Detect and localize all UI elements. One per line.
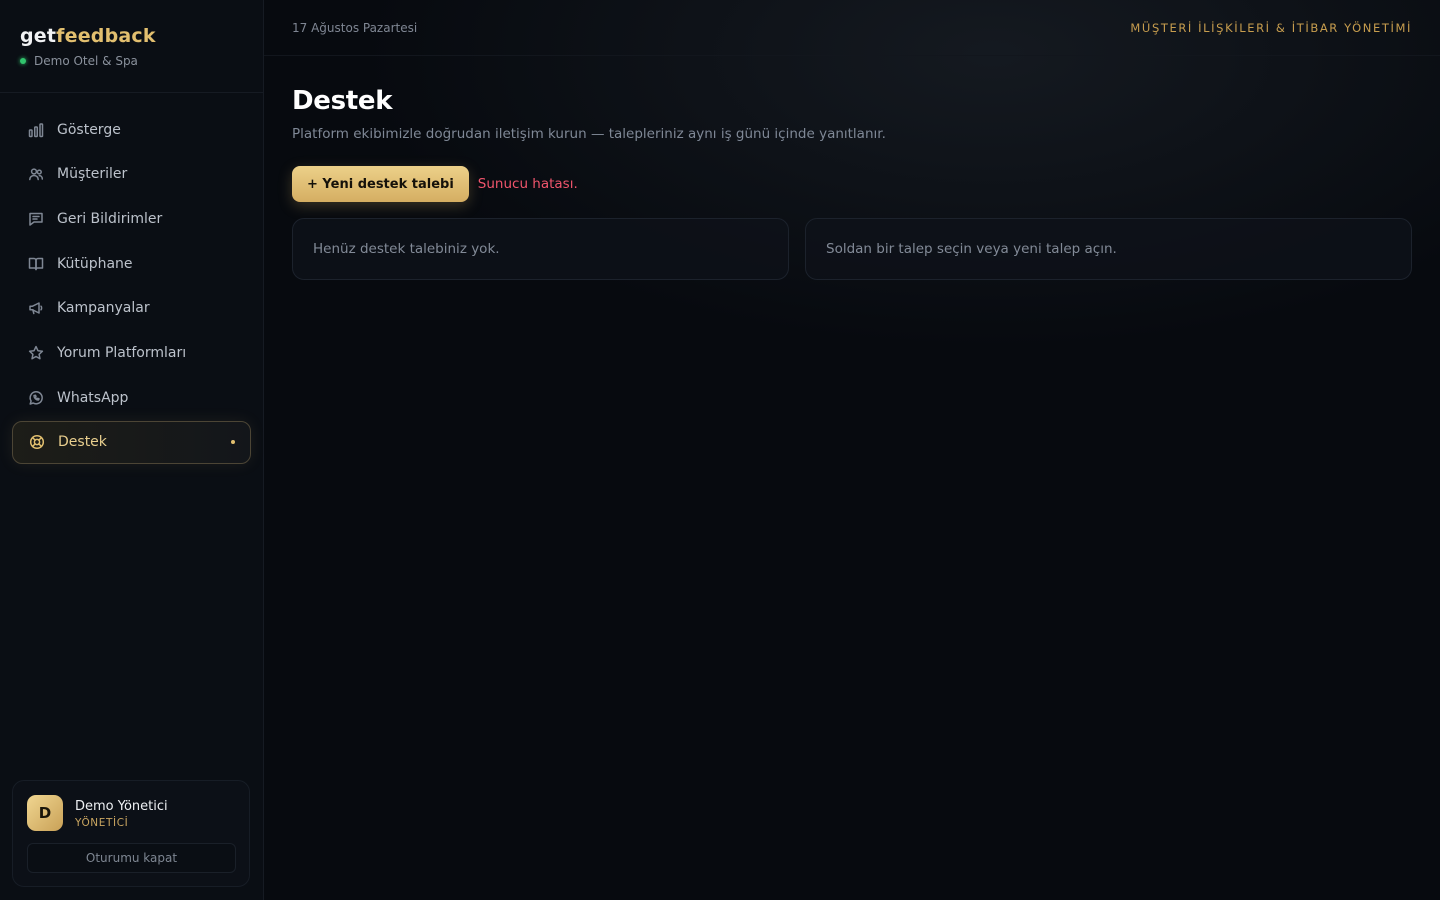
new-ticket-button[interactable]: + Yeni destek talebi xyxy=(292,166,469,202)
message-icon xyxy=(28,211,44,227)
current-date: 17 Ağustos Pazartesi xyxy=(292,20,418,35)
sidebar-item-musteriler[interactable]: Müşteriler xyxy=(12,153,251,196)
whatsapp-icon xyxy=(28,390,44,406)
ticket-panels: Henüz destek talebiniz yok. Soldan bir t… xyxy=(292,218,1412,280)
ticket-detail-panel: Soldan bir talep seçin veya yeni talep a… xyxy=(805,218,1412,280)
sidebar-item-whatsapp[interactable]: WhatsApp xyxy=(12,376,251,419)
users-icon xyxy=(28,166,44,182)
empty-ticket-detail-text: Soldan bir talep seçin veya yeni talep a… xyxy=(826,241,1117,257)
lifebuoy-icon xyxy=(29,434,45,450)
sidebar: getfeedback Demo Otel & Spa Gösterge Müş… xyxy=(0,0,264,900)
user-details: Demo Yönetici YÖNETİCİ xyxy=(75,798,168,829)
empty-ticket-list-text: Henüz destek talebiniz yok. xyxy=(313,241,500,257)
megaphone-icon xyxy=(28,300,44,316)
user-role: YÖNETİCİ xyxy=(75,816,129,829)
book-icon xyxy=(28,256,44,272)
sidebar-item-label: Gösterge xyxy=(57,121,121,138)
ticket-list-panel: Henüz destek talebiniz yok. xyxy=(292,218,789,280)
brand-header: getfeedback Demo Otel & Spa xyxy=(0,0,263,93)
support-page: Destek Platform ekibimizle doğrudan ilet… xyxy=(264,56,1440,280)
property-name: Demo Otel & Spa xyxy=(34,54,138,68)
sidebar-nav: Gösterge Müşteriler Geri Bildirimler Küt… xyxy=(0,93,263,464)
logout-button[interactable]: Oturumu kapat xyxy=(27,843,236,873)
user-name: Demo Yönetici xyxy=(75,798,168,814)
user-card: D Demo Yönetici YÖNETİCİ Oturumu kapat xyxy=(12,780,250,887)
sidebar-item-geri-bildirimler[interactable]: Geri Bildirimler xyxy=(12,197,251,240)
user-info: D Demo Yönetici YÖNETİCİ xyxy=(27,795,235,831)
action-bar: + Yeni destek talebi Sunucu hatası. xyxy=(292,166,1412,202)
property-indicator: Demo Otel & Spa xyxy=(20,54,243,68)
sidebar-item-label: Kütüphane xyxy=(57,255,133,272)
avatar: D xyxy=(27,795,63,831)
logo-feedback: feedback xyxy=(56,25,156,47)
active-indicator-dot xyxy=(231,440,235,445)
sidebar-item-label: Destek xyxy=(58,434,107,451)
error-message: Sunucu hatası. xyxy=(477,176,578,192)
sidebar-item-kampanyalar[interactable]: Kampanyalar xyxy=(12,287,251,330)
logo[interactable]: getfeedback xyxy=(20,25,243,47)
sidebar-item-label: Geri Bildirimler xyxy=(57,210,163,227)
app-root: getfeedback Demo Otel & Spa Gösterge Müş… xyxy=(0,0,1440,900)
bar-chart-icon xyxy=(28,122,44,138)
sidebar-item-label: Yorum Platformları xyxy=(57,344,187,361)
topbar: 17 Ağustos Pazartesi MÜŞTERİ İLİŞKİLERİ … xyxy=(264,0,1440,56)
sidebar-item-label: Müşteriler xyxy=(57,166,128,183)
main-area: 17 Ağustos Pazartesi MÜŞTERİ İLİŞKİLERİ … xyxy=(264,0,1440,900)
sidebar-item-kutuphane[interactable]: Kütüphane xyxy=(12,242,251,285)
page-title: Destek xyxy=(292,86,393,116)
sidebar-item-label: WhatsApp xyxy=(57,389,129,406)
logo-get: get xyxy=(20,25,57,47)
sidebar-item-destek[interactable]: Destek xyxy=(12,420,251,464)
page-subtitle: Platform ekibimizle doğrudan iletişim ku… xyxy=(292,126,886,142)
sidebar-item-yorum-platformlari[interactable]: Yorum Platformları xyxy=(12,331,251,374)
online-status-dot xyxy=(20,58,26,64)
sidebar-item-label: Kampanyalar xyxy=(57,300,150,317)
sidebar-item-gosterge[interactable]: Gösterge xyxy=(12,108,251,151)
app-tagline: MÜŞTERİ İLİŞKİLERİ & İTİBAR YÖNETİMİ xyxy=(1130,20,1412,35)
star-icon xyxy=(28,345,44,361)
